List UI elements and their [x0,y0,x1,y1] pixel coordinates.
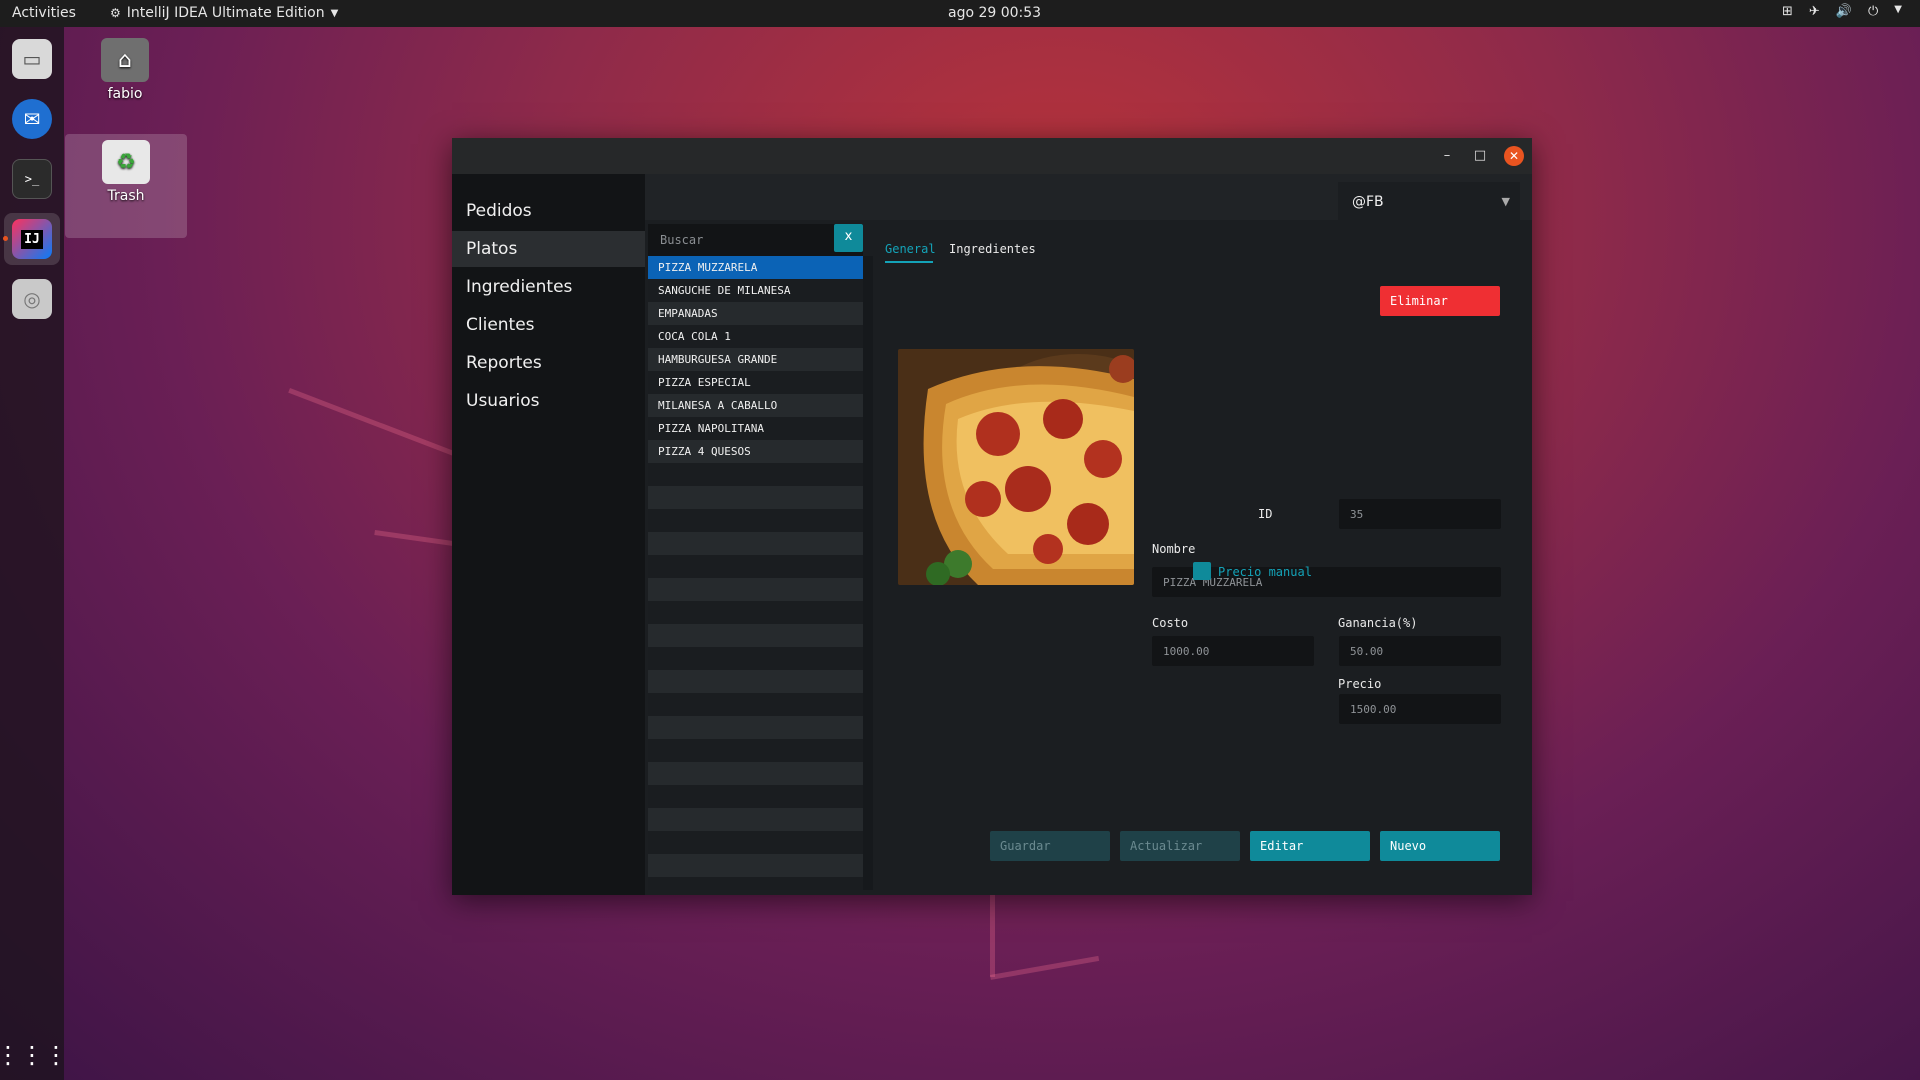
dock: ▭ ✉ >_ IJ ◎ ⋮⋮⋮ [0,27,68,1080]
clock[interactable]: ago 29 00:53 [948,5,1041,21]
empty-list-row [648,693,863,716]
airplane-icon[interactable]: ✈ [1809,4,1820,19]
ganancia-field[interactable]: 50.00 [1339,636,1501,666]
app-menu-label: IntelliJ IDEA Ultimate Edition [126,5,325,21]
list-item[interactable]: PIZZA ESPECIAL [648,371,863,394]
empty-list-row [648,555,863,578]
minimize-icon[interactable]: – [1437,146,1457,166]
empty-list-row [648,854,863,877]
list-item[interactable]: PIZZA 4 QUESOS [648,440,863,463]
top-bar: Activities ⚙ IntelliJ IDEA Ultimate Edit… [0,0,1920,27]
tab-ingredientes[interactable]: Ingredientes [949,242,1036,256]
guardar-button[interactable]: Guardar [990,831,1110,861]
files-icon[interactable]: ▭ [12,39,52,79]
wallpaper-line [990,955,1100,980]
clear-search-button[interactable]: x [834,224,863,252]
empty-list-row [648,532,863,555]
empty-list-row [648,647,863,670]
sidebar: Pedidos Platos Ingredientes Clientes Rep… [452,174,645,895]
pizza-photo [898,349,1134,585]
volume-icon[interactable]: 🔊 [1836,4,1852,19]
sidebar-item-reportes[interactable]: Reportes [452,345,645,381]
system-tray[interactable]: ⊞ ✈ 🔊 ⏻ ▼ [1782,4,1902,19]
list-item[interactable]: HAMBURGUESA GRANDE [648,348,863,371]
actualizar-button[interactable]: Actualizar [1120,831,1240,861]
empty-list-row [648,624,863,647]
nuevo-button[interactable]: Nuevo [1380,831,1500,861]
intellij-icon[interactable]: IJ [12,219,52,259]
list-item[interactable]: PIZZA NAPOLITANA [648,417,863,440]
chevron-down-icon: ▼ [330,7,339,19]
nombre-label: Nombre [1152,542,1196,556]
empty-list-row [648,670,863,693]
chevron-down-icon[interactable]: ▼ [1894,4,1902,19]
empty-list-row [648,785,863,808]
id-field[interactable]: 35 [1339,499,1501,529]
terminal-icon[interactable]: >_ [12,159,52,199]
precio-label: Precio [1338,677,1382,691]
trash-icon: ♻ [102,140,150,184]
tab-general-indicator [885,261,933,263]
sidebar-item-platos[interactable]: Platos [452,231,645,267]
user-select-value: @FB [1352,194,1384,210]
thunderbird-icon[interactable]: ✉ [12,99,52,139]
home-folder-icon: ⌂ [101,38,149,82]
precio-manual-checkbox[interactable] [1193,562,1211,580]
list-item[interactable]: COCA COLA 1 [648,325,863,348]
dock-running-indicator [3,236,8,241]
empty-list-row [648,739,863,762]
app-menu-icon: ⚙ [110,6,121,20]
desktop-icon-trash[interactable]: ♻ Trash [66,140,186,204]
sidebar-item-pedidos[interactable]: Pedidos [452,193,645,229]
precio-field[interactable]: 1500.00 [1339,694,1501,724]
wallpaper-line [990,895,995,977]
list-item[interactable]: SANGUCHE DE MILANESA [648,279,863,302]
editar-button[interactable]: Editar [1250,831,1370,861]
empty-list-row [648,831,863,854]
maximize-icon[interactable]: □ [1470,146,1490,166]
empty-list-row [648,877,863,890]
empty-list-row [648,463,863,486]
list-item[interactable]: MILANESA A CABALLO [648,394,863,417]
empty-list-row [648,762,863,785]
dish-list[interactable]: PIZZA MUZZARELA SANGUCHE DE MILANESA EMP… [648,256,863,890]
power-icon[interactable]: ⏻ [1868,4,1878,19]
window-titlebar[interactable]: – □ ✕ [452,138,1532,174]
app-menu[interactable]: ⚙ IntelliJ IDEA Ultimate Edition ▼ [110,5,338,21]
desktop-icon-fabio[interactable]: ⌂ fabio [65,38,185,102]
grid-icon[interactable]: ⋮⋮⋮ [0,1035,68,1075]
chevron-down-icon: ▼ [1501,195,1510,208]
close-icon[interactable]: ✕ [1504,146,1524,166]
search-input[interactable]: Buscar [648,224,863,256]
activities-button[interactable]: Activities [12,5,76,21]
empty-list-row [648,716,863,739]
id-label: ID [1258,507,1273,521]
empty-list-row [648,486,863,509]
user-select[interactable]: @FB ▼ [1338,182,1520,224]
desktop-icon-label: Trash [107,188,145,204]
desktop-icon-label: fabio [107,86,143,102]
empty-list-row [648,509,863,532]
sidebar-item-usuarios[interactable]: Usuarios [452,383,645,419]
empty-list-row [648,578,863,601]
app-window: – □ ✕ Pedidos Platos Ingredientes Client… [452,138,1532,895]
empty-list-row [648,601,863,624]
costo-field[interactable]: 1000.00 [1152,636,1314,666]
delete-button[interactable]: Eliminar [1380,286,1500,316]
network-icon[interactable]: ⊞ [1782,4,1793,19]
sidebar-item-clientes[interactable]: Clientes [452,307,645,343]
empty-list-row [648,808,863,831]
list-item[interactable]: EMPANADAS [648,302,863,325]
tab-general[interactable]: General [885,242,936,256]
list-scrollbar[interactable] [863,256,873,890]
dish-image[interactable] [898,349,1134,585]
sidebar-item-ingredientes[interactable]: Ingredientes [452,269,645,305]
disk-icon[interactable]: ◎ [12,279,52,319]
ganancia-label: Ganancia(%) [1338,616,1418,630]
list-item[interactable]: PIZZA MUZZARELA [648,256,863,279]
precio-manual-label[interactable]: Precio manual [1218,565,1312,579]
costo-label: Costo [1152,616,1189,630]
